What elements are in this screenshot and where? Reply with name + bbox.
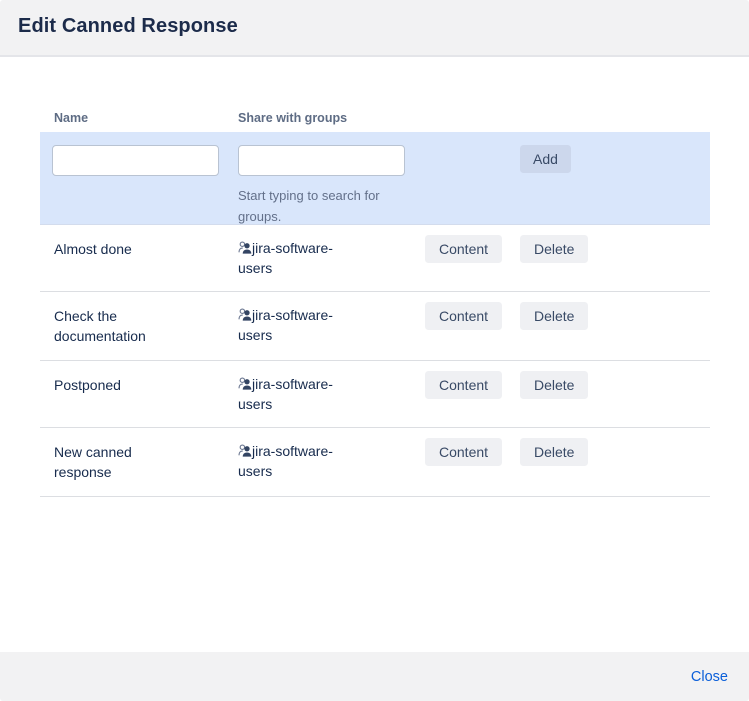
response-groups: jira-software-users <box>238 238 354 278</box>
response-groups: jira-software-users <box>238 305 354 345</box>
name-input[interactable] <box>52 145 219 176</box>
response-groups: jira-software-users <box>238 441 354 481</box>
response-name: Check the documentation <box>54 306 186 346</box>
group-icon <box>238 442 252 456</box>
groups-helper-text: Start typing to search for groups. <box>238 185 398 227</box>
group-name: jira-software-users <box>238 376 333 412</box>
table-row: New canned response jira-software-users … <box>40 428 710 497</box>
table-row: Postponed jira-software-users Content De… <box>40 361 710 428</box>
dialog-body: Name Share with groups Start typing to s… <box>0 57 749 652</box>
response-groups: jira-software-users <box>238 374 354 414</box>
group-name: jira-software-users <box>238 307 333 343</box>
content-button[interactable]: Content <box>425 371 502 399</box>
add-button[interactable]: Add <box>520 145 571 173</box>
table-header-row: Name Share with groups <box>40 105 710 132</box>
group-icon <box>238 306 252 320</box>
response-name: Almost done <box>54 239 186 259</box>
delete-button[interactable]: Delete <box>520 371 588 399</box>
canned-responses-table: Name Share with groups Start typing to s… <box>40 105 710 497</box>
content-button[interactable]: Content <box>425 438 502 466</box>
group-icon <box>238 375 252 389</box>
dialog-footer: Close <box>0 652 749 701</box>
edit-canned-response-dialog: Edit Canned Response Name Share with gro… <box>0 0 749 701</box>
column-header-share-with-groups: Share with groups <box>224 105 410 132</box>
close-link[interactable]: Close <box>691 669 728 685</box>
dialog-title: Edit Canned Response <box>18 15 238 38</box>
table-row: Almost done jira-software-users Content … <box>40 225 710 292</box>
group-name: jira-software-users <box>238 443 333 479</box>
content-button[interactable]: Content <box>425 235 502 263</box>
table-row: Check the documentation jira-software-us… <box>40 292 710 361</box>
group-name: jira-software-users <box>238 240 333 276</box>
content-button[interactable]: Content <box>425 302 502 330</box>
delete-button[interactable]: Delete <box>520 235 588 263</box>
response-name: New canned response <box>54 442 186 482</box>
group-icon <box>238 239 252 253</box>
response-name: Postponed <box>54 375 186 395</box>
new-response-editor-row: Start typing to search for groups. Add <box>40 132 710 225</box>
dialog-header: Edit Canned Response <box>0 0 749 57</box>
share-with-groups-input[interactable] <box>238 145 405 176</box>
delete-button[interactable]: Delete <box>520 302 588 330</box>
delete-button[interactable]: Delete <box>520 438 588 466</box>
column-header-name: Name <box>40 105 224 132</box>
